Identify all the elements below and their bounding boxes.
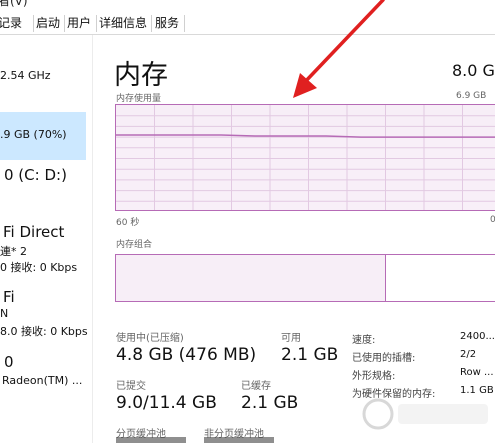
view-menu[interactable]: 看(V) xyxy=(0,0,28,9)
detail-speed-value: 2400... xyxy=(460,331,495,342)
sidebar-wifi-rate: 8.0 接收: 0 Kbps xyxy=(0,325,88,338)
page-title: 内存 xyxy=(114,60,168,91)
tab-services[interactable]: 服务 xyxy=(155,12,179,34)
sidebar-cpu-speed[interactable]: 2.54 GHz xyxy=(0,69,51,82)
detail-form-factor-label: 外形规格: xyxy=(352,371,396,382)
memory-composition-bar xyxy=(115,254,495,302)
available-value: 2.1 GB xyxy=(281,345,339,365)
tab-startup[interactable]: 启动 xyxy=(36,12,60,34)
composition-in-use-segment xyxy=(116,255,386,301)
usage-area xyxy=(116,134,495,210)
sidebar-wifi-direct-sub: 連* 2 xyxy=(0,245,27,258)
tab-bar: 记录 启动 用户 详细信息 服务 xyxy=(0,12,495,35)
tab-users[interactable]: 用户 xyxy=(67,12,91,34)
sidebar-divider xyxy=(92,35,93,443)
nonpaged-pool-value-cutoff xyxy=(204,437,274,443)
chart-axis-left: 60 秒 xyxy=(116,218,140,228)
available-label: 可用 xyxy=(281,333,301,344)
tab-details[interactable]: 详细信息 xyxy=(99,12,147,34)
memory-composition-svg xyxy=(116,255,495,301)
detail-speed-label: 速度: xyxy=(352,335,376,346)
memory-total: 8.0 GB xyxy=(452,61,495,80)
sidebar-wifi-direct-rate: 0 接收: 0 Kbps xyxy=(0,261,78,274)
sidebar-wifi-sub: N xyxy=(0,307,9,320)
sidebar-item-disk[interactable]: 0 (C: D:) xyxy=(4,166,67,184)
committed-value: 9.0/11.4 GB xyxy=(116,393,217,413)
sidebar-item-wifi[interactable]: Fi xyxy=(3,288,15,306)
usage-chart-label: 内存使用量 xyxy=(116,94,162,104)
detail-slots-label: 已使用的插槽: xyxy=(352,353,416,364)
committed-label: 已提交 xyxy=(116,381,146,392)
cached-value: 2.1 GB xyxy=(241,393,299,413)
memory-usage-chart-svg xyxy=(116,105,495,210)
tab-app-history[interactable]: 记录 xyxy=(0,12,22,34)
detail-form-factor-value: Row ... xyxy=(460,367,494,378)
composition-label: 内存组合 xyxy=(116,240,153,250)
watermark-logo xyxy=(362,398,488,430)
cached-label: 已缓存 xyxy=(241,381,271,392)
sidebar-item-gpu[interactable]: 0 xyxy=(4,353,14,371)
in-use-label: 使用中(已压缩) xyxy=(116,333,184,344)
annotation-arrow xyxy=(293,0,385,98)
detail-reserved-value: 1.1 GB xyxy=(460,385,494,396)
sidebar-item-wifi-direct[interactable]: Fi Direct xyxy=(3,223,64,241)
paged-pool-value-cutoff xyxy=(116,437,186,443)
usage-chart-max: 6.9 GB xyxy=(456,91,487,101)
sidebar-memory-usage: .9 GB (70%) xyxy=(0,128,67,141)
in-use-value: 4.8 GB (476 MB) xyxy=(116,345,257,365)
detail-slots-value: 2/2 xyxy=(460,349,477,360)
sidebar-gpu-sub: Radeon(TM) ... xyxy=(2,374,83,387)
memory-usage-chart xyxy=(115,104,495,211)
composition-cached-segment xyxy=(386,255,495,301)
chart-axis-right: 0 xyxy=(490,215,495,225)
